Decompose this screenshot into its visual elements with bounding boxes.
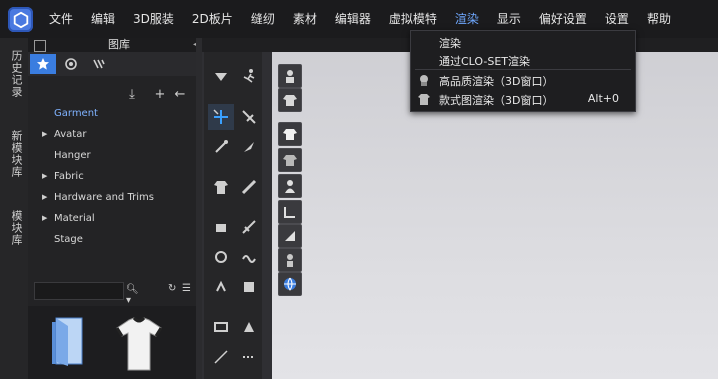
store-tab[interactable]	[86, 54, 112, 74]
folder-icon[interactable]	[46, 316, 86, 372]
menu-edit[interactable]: 编辑	[82, 0, 124, 38]
library-thumbnails	[28, 306, 202, 379]
shirring-tool-icon[interactable]	[236, 244, 262, 270]
graphic-tool-icon[interactable]	[236, 314, 262, 340]
library-title: 图库	[108, 38, 130, 51]
fold-tool-icon[interactable]	[236, 134, 262, 160]
expand-arrow-icon[interactable]: ▶	[42, 193, 47, 201]
list-view-icon[interactable]: ☰	[182, 283, 191, 294]
fabric-tool-icon[interactable]	[236, 274, 262, 300]
menu-sewing[interactable]: 缝纫	[242, 0, 284, 38]
back-icon[interactable]: ←	[172, 86, 188, 102]
search-icon[interactable]: 🔍︎▾	[126, 284, 139, 306]
menu-materials[interactable]: 素材	[284, 0, 326, 38]
side-tab-new-modules[interactable]: 新模块库	[4, 130, 24, 178]
avatar-measure-tool-icon[interactable]	[208, 274, 234, 300]
side-tab-history[interactable]: 历史记录	[4, 50, 24, 98]
favorites-tab[interactable]	[30, 54, 56, 74]
expand-arrow-icon[interactable]: ▶	[42, 130, 47, 138]
avatar-visibility-icon[interactable]	[278, 64, 302, 88]
pin-tool-icon[interactable]	[208, 134, 234, 160]
shortcut-label: Alt+0	[587, 92, 619, 105]
add-icon[interactable]: +	[152, 86, 168, 102]
puckering-tool-icon[interactable]	[208, 244, 234, 270]
store-icon	[93, 59, 105, 69]
expand-arrow-icon[interactable]: ▶	[42, 214, 47, 222]
fabric-display-icon[interactable]	[278, 224, 302, 248]
move-down-tool-icon[interactable]	[208, 64, 234, 90]
select-move-tool-icon[interactable]	[208, 104, 234, 130]
avatar-display-icon[interactable]	[278, 174, 302, 198]
shirt-render-icon	[417, 92, 431, 106]
menu-item-clo-set-render[interactable]: 通过CLO-SET渲染	[411, 51, 635, 70]
avatar-silhouette-icon[interactable]	[278, 248, 302, 272]
refresh-icon[interactable]: ↻	[168, 283, 176, 294]
library-search-input[interactable]	[34, 282, 124, 300]
menu-2d-pattern[interactable]: 2D板片	[183, 0, 242, 38]
garment-visibility-icon[interactable]	[278, 88, 302, 112]
globe-icon[interactable]	[278, 272, 302, 296]
menu-item-high-quality-render[interactable]: 高品质渲染（3D窗口）	[411, 71, 635, 90]
avatar-pose-tool-icon[interactable]	[236, 64, 262, 90]
strap-tool-icon[interactable]	[236, 174, 262, 200]
texture-tool-icon[interactable]	[208, 314, 234, 340]
render-icon	[417, 73, 431, 87]
star-icon	[37, 58, 49, 70]
menu-separator	[415, 69, 631, 70]
tool-column	[204, 52, 262, 379]
pattern-display-icon[interactable]	[278, 200, 302, 224]
side-tab-strip: 历史记录 新模块库 模块库	[0, 38, 29, 379]
library-panel-splitter[interactable]	[196, 38, 202, 379]
menu-file[interactable]: 文件	[40, 0, 82, 38]
tshirt-thumbnail-icon[interactable]	[114, 316, 164, 376]
library-title-bar: 图库 ◂	[28, 38, 202, 52]
library-tabs	[28, 52, 202, 76]
garment-tool-icon[interactable]	[208, 174, 234, 200]
needle-tool-icon[interactable]	[208, 344, 234, 370]
cloud-tab[interactable]	[58, 54, 84, 74]
render-dropdown-menu: 渲染 通过CLO-SET渲染 高品质渲染（3D窗口） 款式图渲染（3D窗口） A…	[410, 30, 636, 112]
topstitch-tool-icon[interactable]	[236, 344, 262, 370]
menu-3d-garment[interactable]: 3D服装	[124, 0, 183, 38]
garment-select-tool-icon[interactable]	[236, 104, 262, 130]
menu-editor[interactable]: 编辑器	[326, 0, 380, 38]
menu-item-render[interactable]: 渲染	[411, 33, 635, 52]
menu-help[interactable]: 帮助	[638, 0, 680, 38]
expand-arrow-icon[interactable]: ▶	[42, 172, 47, 180]
shirt-texture-icon[interactable]	[278, 148, 302, 172]
shirt-display-icon[interactable]	[278, 122, 302, 146]
library-panel: 图库 ◂ ⤓ + ← Garment ▶ Avatar Hanger ▶ Fab…	[28, 38, 202, 379]
menu-item-tech-pack-render[interactable]: 款式图渲染（3D窗口） Alt+0	[411, 90, 635, 109]
measure-tool-icon[interactable]	[236, 214, 262, 240]
tack-tool-icon[interactable]	[208, 214, 234, 240]
cloud-icon	[65, 58, 77, 70]
clo-logo-icon[interactable]	[8, 7, 33, 32]
float-panel-icon[interactable]	[34, 40, 46, 52]
side-tab-modules[interactable]: 模块库	[4, 210, 24, 246]
download-icon[interactable]: ⤓	[124, 86, 140, 102]
